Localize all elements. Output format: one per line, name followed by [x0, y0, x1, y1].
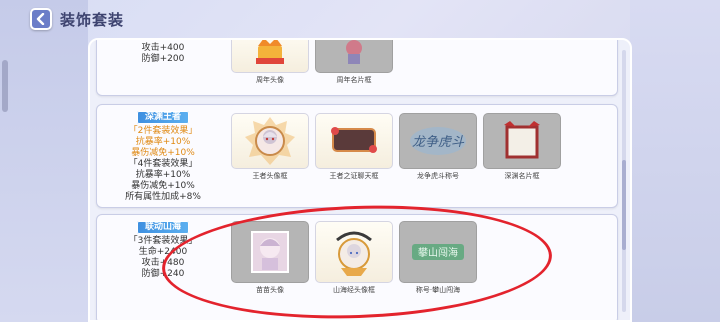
- avatar-icon: [231, 40, 309, 73]
- item-label: 王者之证聊天框: [329, 172, 379, 180]
- stat-line: 所有属性加成+8%: [125, 192, 201, 202]
- item-label: 王者头像框: [252, 172, 288, 180]
- side-handle[interactable]: [2, 60, 8, 112]
- set-item[interactable]: 深渊名片框: [483, 113, 561, 181]
- set-item[interactable]: 龙争虎斗 龙争虎斗称号: [399, 113, 477, 181]
- set-item[interactable]: 周年头像: [231, 40, 309, 85]
- chevron-left-icon: [36, 13, 45, 25]
- avatar-frame-icon: [315, 221, 393, 283]
- page-title: 装饰套装: [60, 11, 125, 29]
- set-item[interactable]: 苗苗头像: [231, 221, 309, 295]
- item-label: 山海经头像框: [333, 286, 375, 294]
- item-label: 周年名片框: [336, 76, 372, 84]
- set-badge: 深渊王者: [136, 111, 189, 124]
- set-badge: 联动山海: [136, 221, 189, 234]
- title-badge-icon: 龙争虎斗: [399, 113, 477, 169]
- set-stats: 联动山海 「3件套装效果」 生命+2400 攻击+480 防御+240: [103, 221, 223, 280]
- set-list-panel[interactable]: 攻击+400 防御+200 周年头像 周年名片框 深渊王者 「2件套装效果」 抗…: [88, 38, 632, 322]
- set-stats: 深渊王者 「2件套装效果」 抗暴率+10% 暴伤减免+10% 「4件套装效果」 …: [103, 111, 223, 203]
- header: 装饰套装: [0, 0, 720, 36]
- title-badge-icon: 攀山闯海: [399, 221, 477, 283]
- item-label: 龙争虎斗称号: [417, 172, 459, 180]
- stat-line: 暴伤减免+10%: [131, 181, 195, 191]
- set-item[interactable]: 周年名片框: [315, 40, 393, 85]
- right-background: [630, 0, 720, 322]
- stat-line: 攻击+400: [141, 43, 185, 53]
- set-effect-header: 「3件套装效果」: [128, 236, 198, 246]
- set-effect-header: 「4件套装效果」: [128, 159, 198, 169]
- stat-line: 攻击+480: [141, 258, 185, 268]
- card-frame-icon: [483, 113, 561, 169]
- item-label: 苗苗头像: [256, 286, 284, 294]
- stat-line: 抗暴率+10%: [135, 170, 191, 180]
- item-label: 称号·攀山闯海: [415, 286, 461, 294]
- left-background: [0, 0, 88, 322]
- set-item[interactable]: 山海经头像框: [315, 221, 393, 295]
- item-label: 周年头像: [256, 76, 284, 84]
- set-stats: 攻击+400 防御+200: [103, 43, 223, 65]
- stat-line: 抗暴率+10%: [135, 137, 191, 147]
- avatar-icon: [231, 221, 309, 283]
- avatar-frame-icon: [231, 113, 309, 169]
- set-item[interactable]: 攀山闯海 称号·攀山闯海: [399, 221, 477, 295]
- stat-line: 防御+200: [141, 54, 185, 64]
- svg-text:龙争虎斗: 龙争虎斗: [412, 135, 465, 150]
- stat-line: 暴伤减免+10%: [131, 148, 195, 158]
- set-item[interactable]: 王者头像框: [231, 113, 309, 181]
- stat-line: 防御+240: [141, 269, 185, 279]
- set-card-abyss: 深渊王者 「2件套装效果」 抗暴率+10% 暴伤减免+10% 「4件套装效果」 …: [96, 104, 618, 208]
- back-button[interactable]: [30, 8, 52, 30]
- card-frame-icon: [315, 40, 393, 73]
- svg-text:攀山闯海: 攀山闯海: [418, 246, 458, 259]
- set-card-shanhai: 联动山海 「3件套装效果」 生命+2400 攻击+480 防御+240 苗苗头像: [96, 214, 618, 320]
- scrollbar-thumb[interactable]: [622, 160, 626, 250]
- stat-line: 生命+2400: [138, 247, 188, 257]
- set-item[interactable]: 王者之证聊天框: [315, 113, 393, 181]
- set-effect-header: 「2件套装效果」: [128, 126, 198, 136]
- item-label: 深渊名片框: [504, 172, 540, 180]
- set-card-anniversary: 攻击+400 防御+200 周年头像 周年名片框: [96, 40, 618, 96]
- chat-frame-icon: [315, 113, 393, 169]
